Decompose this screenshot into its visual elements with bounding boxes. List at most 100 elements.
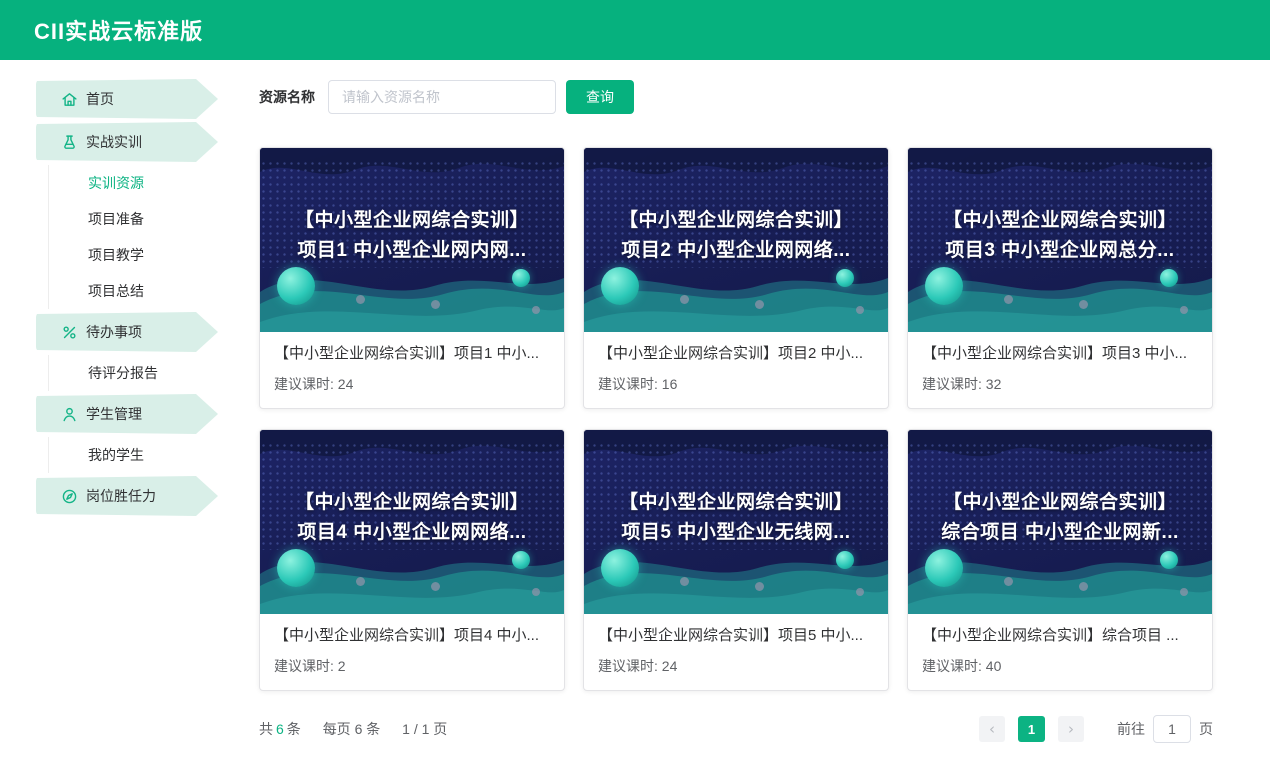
dot-decoration — [856, 588, 864, 596]
sphere-decoration — [512, 551, 530, 569]
thumbnail-caption: 【中小型企业网综合实训】 项目5 中小型企业无线网... — [618, 492, 853, 543]
flask-icon — [61, 134, 78, 151]
scrollbar-track[interactable] — [1270, 0, 1282, 784]
dot-decoration — [356, 577, 365, 586]
dot-decoration — [356, 295, 365, 304]
goto-label: 前往 — [1117, 721, 1145, 737]
card-title: 【中小型企业网综合实训】项目5 中小... — [598, 627, 864, 644]
dot-decoration — [1079, 300, 1088, 309]
sphere-decoration — [601, 549, 639, 587]
next-page-button[interactable]: › — [1058, 716, 1084, 742]
sphere-decoration — [1160, 551, 1178, 569]
app-header: CII实战云标准版 — [0, 0, 1270, 60]
resource-card[interactable]: 【中小型企业网综合实训】 综合项目 中小型企业网新... 【中小型企业网综合实训… — [907, 429, 1213, 691]
pagination-bar: 共6条 每页 6 条 1 / 1 页 ‹ 1 › 前往 页 — [259, 715, 1213, 743]
hours-value: 40 — [985, 658, 1002, 674]
compass-icon — [61, 488, 78, 505]
thumbnail-caption: 【中小型企业网综合实训】 综合项目 中小型企业网新... — [941, 492, 1179, 543]
card-thumbnail: 【中小型企业网综合实训】 项目4 中小型企业网网络... — [260, 430, 564, 614]
per-page-label: 每页 6 条 — [322, 721, 381, 737]
sphere-decoration — [277, 549, 315, 587]
hours-value: 24 — [337, 376, 354, 392]
total-count: 6 — [276, 721, 284, 737]
sidebar-item-my-students[interactable]: 我的学生 — [49, 437, 218, 473]
search-input[interactable] — [328, 80, 556, 114]
thumbnail-caption: 【中小型企业网综合实训】 项目4 中小型企业网网络... — [294, 492, 529, 543]
goto-page-input[interactable] — [1153, 715, 1191, 743]
sphere-decoration — [925, 549, 963, 587]
hours-label: 建议课时: — [922, 658, 982, 674]
sidebar-item-todo[interactable]: 待办事项 — [36, 312, 218, 352]
sidebar-item-label: 首页 — [86, 91, 114, 107]
resource-card[interactable]: 【中小型企业网综合实训】 项目3 中小型企业网总分... 【中小型企业网综合实训… — [907, 147, 1213, 409]
hours-value: 16 — [661, 376, 678, 392]
card-body: 【中小型企业网综合实训】项目5 中小... 建议课时: 24 — [584, 614, 888, 690]
card-title: 【中小型企业网综合实训】项目2 中小... — [598, 345, 864, 362]
card-title: 【中小型企业网综合实训】项目1 中小... — [274, 345, 540, 362]
resource-card-grid: 【中小型企业网综合实训】 项目1 中小型企业网内网... 【中小型企业网综合实训… — [259, 147, 1213, 691]
sidebar-item-training[interactable]: 实战实训 — [36, 122, 218, 162]
sidebar-item-project-prepare[interactable]: 项目准备 — [49, 201, 218, 237]
sphere-decoration — [512, 269, 530, 287]
sidebar-item-pending-reports[interactable]: 待评分报告 — [49, 355, 218, 391]
goto-page-group: 前往 页 — [1117, 715, 1213, 743]
hours-value: 24 — [661, 658, 678, 674]
dot-decoration — [1180, 588, 1188, 596]
search-bar: 资源名称 查询 — [259, 80, 1213, 114]
dot-decoration — [680, 577, 689, 586]
sphere-decoration — [925, 267, 963, 305]
submenu-students: 我的学生 — [48, 437, 218, 473]
hours-label: 建议课时: — [598, 376, 658, 392]
resource-card[interactable]: 【中小型企业网综合实训】 项目2 中小型企业网网络... 【中小型企业网综合实训… — [583, 147, 889, 409]
pagination-summary: 共6条 每页 6 条 1 / 1 页 — [259, 719, 447, 739]
sidebar-item-label: 实战实训 — [86, 134, 142, 150]
sidebar-item-project-teaching[interactable]: 项目教学 — [49, 237, 218, 273]
prev-page-button[interactable]: ‹ — [979, 716, 1005, 742]
card-thumbnail: 【中小型企业网综合实训】 项目3 中小型企业网总分... — [908, 148, 1212, 332]
hours-label: 建议课时: — [598, 658, 658, 674]
chevron-right-icon: › — [1068, 720, 1074, 738]
hours-value: 2 — [337, 658, 346, 674]
search-label: 资源名称 — [259, 89, 315, 105]
resource-card[interactable]: 【中小型企业网综合实训】 项目4 中小型企业网网络... 【中小型企业网综合实训… — [259, 429, 565, 691]
dot-decoration — [755, 300, 764, 309]
card-body: 【中小型企业网综合实训】项目3 中小... 建议课时: 32 — [908, 332, 1212, 408]
total-suffix: 条 — [286, 721, 301, 737]
hours-label: 建议课时: — [274, 376, 334, 392]
hours-value: 32 — [985, 376, 1002, 392]
main-content: 资源名称 查询 — [259, 79, 1213, 743]
sidebar-item-home[interactable]: 首页 — [36, 79, 218, 119]
page-ratio-label: 1 / 1 页 — [402, 721, 448, 737]
card-thumbnail: 【中小型企业网综合实训】 项目5 中小型企业无线网... — [584, 430, 888, 614]
dot-decoration — [1079, 582, 1088, 591]
sphere-decoration — [836, 269, 854, 287]
percent-icon — [61, 324, 78, 341]
sidebar-item-competency[interactable]: 岗位胜任力 — [36, 476, 218, 516]
card-body: 【中小型企业网综合实训】项目1 中小... 建议课时: 24 — [260, 332, 564, 408]
sphere-decoration — [601, 267, 639, 305]
card-title: 【中小型企业网综合实训】综合项目 ... — [922, 627, 1179, 644]
sidebar-item-label: 岗位胜任力 — [86, 488, 156, 504]
sphere-decoration — [277, 267, 315, 305]
home-icon — [61, 91, 78, 108]
page-number-button[interactable]: 1 — [1018, 716, 1045, 742]
sidebar-item-label: 学生管理 — [86, 406, 142, 422]
thumbnail-caption: 【中小型企业网综合实训】 项目1 中小型企业网内网... — [294, 210, 529, 261]
resource-card[interactable]: 【中小型企业网综合实训】 项目1 中小型企业网内网... 【中小型企业网综合实训… — [259, 147, 565, 409]
dot-decoration — [755, 582, 764, 591]
sidebar-item-training-resources[interactable]: 实训资源 — [49, 165, 218, 201]
card-thumbnail: 【中小型企业网综合实训】 项目1 中小型企业网内网... — [260, 148, 564, 332]
sphere-decoration — [1160, 269, 1178, 287]
search-button[interactable]: 查询 — [566, 80, 634, 114]
submenu-todo: 待评分报告 — [48, 355, 218, 391]
sidebar-item-project-summary[interactable]: 项目总结 — [49, 273, 218, 309]
dot-decoration — [1004, 295, 1013, 304]
goto-suffix: 页 — [1199, 721, 1213, 737]
thumbnail-caption: 【中小型企业网综合实训】 项目2 中小型企业网网络... — [618, 210, 853, 261]
sidebar-item-student-mgmt[interactable]: 学生管理 — [36, 394, 218, 434]
card-title: 【中小型企业网综合实训】项目4 中小... — [274, 627, 540, 644]
dot-decoration — [431, 582, 440, 591]
dot-decoration — [1004, 577, 1013, 586]
resource-card[interactable]: 【中小型企业网综合实训】 项目5 中小型企业无线网... 【中小型企业网综合实训… — [583, 429, 889, 691]
sidebar-item-label: 待办事项 — [86, 324, 142, 340]
